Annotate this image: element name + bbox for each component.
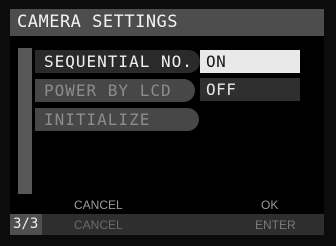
- enter-button-label[interactable]: ENTER: [255, 218, 296, 232]
- camera-lcd-bezel: CAMERA SETTINGS SEQUENTIAL NO. POWER BY …: [0, 0, 336, 246]
- option-off[interactable]: OFF: [200, 78, 300, 101]
- menu-scroll-rail: [18, 48, 32, 194]
- option-label: ON: [206, 52, 227, 71]
- menu-item-sequential-no[interactable]: SEQUENTIAL NO.: [35, 50, 200, 73]
- menu-item-label: SEQUENTIAL NO.: [44, 52, 193, 71]
- page-number: 3/3: [13, 216, 39, 232]
- option-label: OFF: [206, 80, 237, 99]
- page-indicator: 3/3: [10, 214, 42, 235]
- menu-item-label: INITIALIZE: [44, 110, 151, 129]
- camera-lcd-screen: CAMERA SETTINGS SEQUENTIAL NO. POWER BY …: [10, 9, 324, 235]
- page-title: CAMERA SETTINGS: [17, 12, 179, 32]
- cancel-softkey-label[interactable]: CANCEL: [74, 198, 123, 212]
- option-on[interactable]: ON: [200, 50, 300, 73]
- menu-item-initialize[interactable]: INITIALIZE: [35, 108, 199, 131]
- title-bar: CAMERA SETTINGS: [10, 9, 324, 36]
- ok-softkey-label[interactable]: OK: [261, 198, 278, 212]
- menu-item-label: POWER BY LCD: [44, 81, 172, 100]
- cancel-button-label[interactable]: CANCEL: [74, 218, 123, 232]
- menu-item-power-by-lcd[interactable]: POWER BY LCD: [35, 79, 195, 102]
